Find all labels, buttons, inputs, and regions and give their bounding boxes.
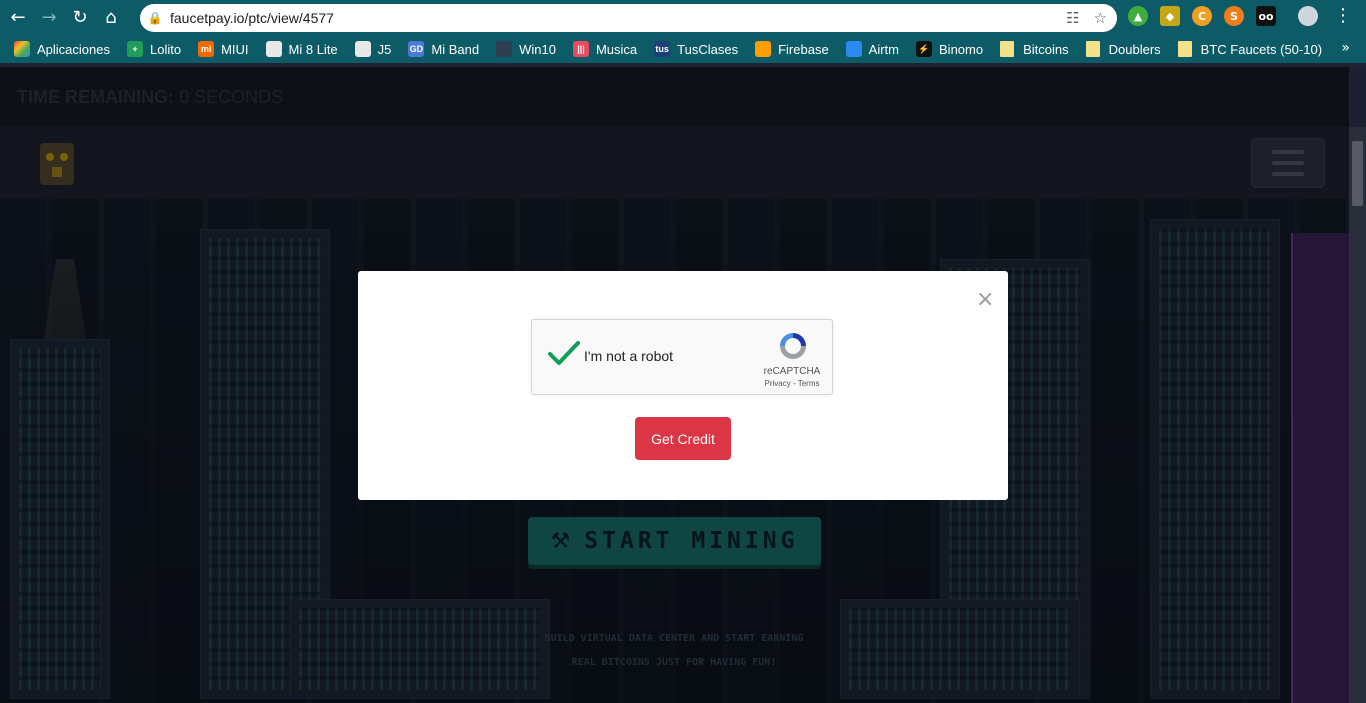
miui-icon: mi [198,41,215,57]
get-credit-button[interactable]: Get Credit [635,417,731,460]
checkmark-icon[interactable] [548,340,580,368]
folder-icon [1085,41,1100,57]
folder-icon [1000,41,1015,57]
forward-arrow-icon[interactable]: → [36,5,62,31]
home-icon[interactable]: ⌂ [98,5,124,31]
extension-yellow-icon[interactable]: ◆ [1160,6,1180,26]
credit-modal: × I'm not a robot reCAPTCHA Privacy - Te… [358,271,1008,500]
scrollbar-thumb[interactable] [1352,141,1363,206]
profile-avatar-icon[interactable] [1298,6,1318,26]
captcha-label: I'm not a robot [584,348,674,364]
bookmark-item[interactable]: ⚡ Binomo [916,41,983,57]
bookmark-star-icon[interactable]: ☆ [1094,9,1107,27]
url-text[interactable]: faucetpay.io/ptc/view/4577 [170,10,334,26]
bookmark-folder[interactable]: BTC Faucets (50-10) [1177,41,1322,57]
extension-coin-icon[interactable]: C [1192,6,1212,26]
page-icon [265,41,282,57]
bookmark-folder[interactable]: Bitcoins [1000,41,1069,57]
bookmark-item[interactable]: ||| Musica [572,41,637,57]
browser-menu-icon[interactable]: ⋮ [1334,7,1352,25]
folder-icon [1177,41,1192,57]
lock-icon[interactable]: 🔒 [140,11,170,25]
bookmark-item[interactable]: J5 [354,41,391,57]
bookmark-item[interactable]: GD Mi Band [408,41,479,57]
page-scrollbar[interactable] [1349,127,1366,703]
win10-icon [496,41,513,57]
more-bookmarks-icon[interactable]: » [1341,40,1350,56]
extension-orange-icon[interactable]: S [1224,6,1244,26]
page-icon [354,41,371,57]
address-bar[interactable]: 🔒 faucetpay.io/ptc/view/4577 ☷ ☆ [140,4,1117,32]
recaptcha-logo-icon [780,333,806,359]
recaptcha-brand: reCAPTCHA [763,366,821,377]
bookmark-folder[interactable]: Doublers [1085,41,1161,57]
miband-icon: GD [408,41,425,57]
extension-green-icon[interactable]: ▲ [1128,6,1148,26]
bookmark-item[interactable]: Mi 8 Lite [265,41,338,57]
bookmarks-bar: Aplicaciones + Lolito mi MIUI Mi 8 Lite J5… [0,35,1366,63]
tusclases-icon: tus [654,41,671,57]
extension-mask-icon[interactable]: oo [1256,6,1276,26]
lolito-icon: + [127,41,143,57]
binomo-icon: ⚡ [916,41,933,57]
bookmark-item[interactable]: Aplicaciones [14,41,110,57]
firebase-icon [755,41,772,57]
bookmark-item[interactable]: Airtm [845,41,899,57]
music-icon: ||| [572,41,589,57]
back-arrow-icon[interactable]: ← [5,5,31,31]
browser-toolbar: ← → ↻ ⌂ 🔒 faucetpay.io/ptc/view/4577 ☷ ☆… [0,0,1366,35]
recaptcha-widget[interactable]: I'm not a robot reCAPTCHA Privacy - Term… [531,319,833,395]
bookmark-item[interactable]: tus TusClases [654,41,738,57]
bookmark-item[interactable]: Firebase [755,41,829,57]
bookmark-item[interactable]: mi MIUI [198,41,249,57]
translate-icon[interactable]: ☷ [1066,9,1079,27]
bookmark-item[interactable]: + Lolito [127,41,181,57]
recaptcha-privacy-terms-link[interactable]: Privacy - Terms [752,379,832,388]
apps-grid-icon [14,41,30,57]
close-icon[interactable]: × [976,289,994,311]
airtm-icon [845,41,862,57]
bookmark-item[interactable]: Win10 [496,41,556,57]
reload-icon[interactable]: ↻ [67,5,93,31]
